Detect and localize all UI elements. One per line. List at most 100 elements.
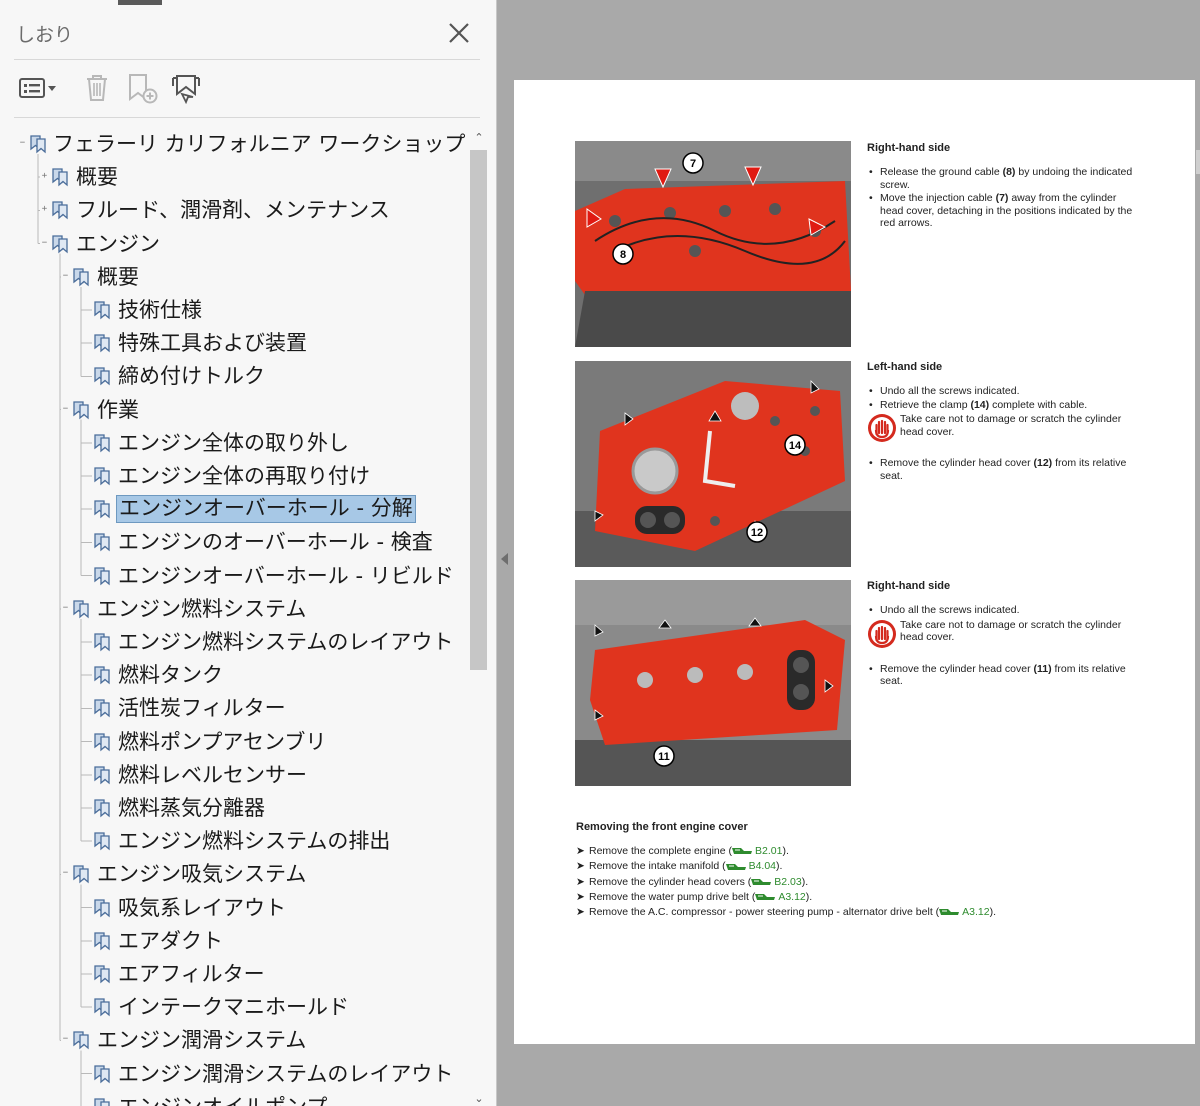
panel-title: しおり — [16, 24, 74, 46]
stop-hand-icon — [868, 619, 896, 648]
instruction-bullet: • Release the ground cable (8) by undoing… — [869, 166, 1133, 191]
tree-item[interactable]: エンジンオーバーホール - リビルド — [0, 560, 466, 592]
bookmark-icon — [94, 932, 110, 951]
bookmarks-panel: しおり − フェラーリ カリフォルニア ワークショップ + 概要 + フルード、… — [0, 0, 497, 1106]
tree-item[interactable]: 燃料タンク — [0, 659, 466, 691]
tree-item-label: 概要 — [76, 165, 118, 190]
bookmark-icon — [94, 434, 110, 453]
section-heading: Right-hand side — [867, 580, 951, 592]
tree-item[interactable]: 燃料レベルセンサー — [0, 759, 466, 791]
procedure-step: ➤ Remove the water pump drive belt (A3.12… — [576, 890, 813, 903]
engine-photo-1: 7 8 — [575, 141, 851, 347]
cross-reference-link[interactable]: B2.01 — [732, 845, 782, 857]
tree-item-label: 燃料タンク — [118, 663, 223, 688]
cross-reference-link[interactable]: A3.12 — [755, 891, 806, 903]
section-heading: Left-hand side — [867, 361, 943, 373]
divider — [14, 59, 480, 60]
callout-label: 14 — [789, 440, 802, 452]
bookmark-icon — [94, 898, 110, 918]
tree-item[interactable]: 締め付けトルク — [0, 360, 466, 392]
tree-item-label: 燃料ポンプアセンブリ — [118, 729, 327, 754]
tree-item[interactable]: エンジンオイルポンプ — [0, 1091, 466, 1106]
bookmark-icon — [73, 865, 89, 884]
instruction-bullet: • Retrieve the clamp (14) complete with c… — [869, 398, 1088, 411]
tree-item-label: 締め付けトルク — [118, 364, 265, 389]
tree-item[interactable]: エアフィルター — [0, 958, 466, 990]
collapse-icon[interactable]: − — [40, 238, 49, 248]
bookmark-icon — [94, 732, 110, 752]
tree-item[interactable]: エンジン潤滑システムのレイアウト — [0, 1058, 466, 1090]
bookmark-icon — [73, 400, 89, 420]
bookmark-icon — [94, 699, 110, 718]
tree-item[interactable]: 技術仕様 — [0, 294, 466, 326]
bookmark-from-selection-icon[interactable] — [168, 70, 204, 106]
bookmark-icon — [52, 234, 68, 254]
bookmark-tree: − フェラーリ カリフォルニア ワークショップ マニュアル + 概要 + フルード、潤滑剤… — [0, 128, 466, 1106]
tree-item[interactable]: 活性炭フィルター — [0, 692, 466, 724]
tree-item[interactable]: 燃料蒸気分離器 — [0, 792, 466, 824]
document-scrollbar-thumb[interactable] — [1196, 150, 1200, 174]
collapse-icon[interactable]: − — [61, 603, 70, 613]
scrollbar-thumb[interactable] — [470, 150, 487, 670]
reference-book-icon — [939, 909, 960, 916]
bookmark-icon — [52, 201, 68, 220]
expand-icon[interactable]: + — [40, 172, 49, 181]
tree-item[interactable]: エンジンオーバーホール - 分解 — [0, 493, 466, 525]
bookmark-scrollbar[interactable]: ⌃ ⌄ — [467, 128, 489, 1106]
tree-item-label: エンジン吸気システム — [97, 862, 307, 887]
tree-item[interactable]: − エンジン潤滑システム — [0, 1024, 466, 1056]
collapse-icon[interactable]: − — [61, 869, 70, 878]
callout-label: 11 — [658, 751, 670, 763]
tree-item[interactable]: エンジン全体の取り外し — [0, 427, 466, 459]
callout-label: 12 — [751, 527, 763, 539]
options-menu-icon[interactable] — [16, 70, 60, 106]
reference-book-icon — [755, 894, 776, 901]
expand-icon[interactable]: + — [40, 205, 49, 214]
tree-item[interactable]: − エンジン吸気システム — [0, 858, 466, 890]
tree-item[interactable]: − エンジン燃料システム — [0, 593, 466, 625]
bookmark-icon — [94, 832, 110, 851]
tree-item-label: エンジン潤滑システムのレイアウト — [118, 1061, 454, 1086]
scroll-down-icon[interactable]: ⌄ — [473, 1093, 485, 1104]
tree-item-label: エンジンオイルポンプ — [116, 1094, 329, 1106]
delete-bookmark-icon[interactable] — [82, 70, 112, 106]
bookmark-icon — [94, 301, 110, 320]
tree-item-label: エンジン燃料システムのレイアウト — [118, 630, 454, 654]
tree-item[interactable]: − 作業 — [0, 394, 466, 426]
section-heading: Removing the front engine cover — [576, 821, 748, 833]
instruction-bullet: • Undo all the screws indicated. — [869, 604, 1020, 616]
tree-item[interactable]: エンジンのオーバーホール - 検査 — [0, 526, 466, 558]
tree-item-label: エンジン燃料システム — [97, 596, 307, 621]
new-bookmark-icon[interactable] — [124, 70, 160, 106]
removing-front-engine-cover: Removing the front engine cover ➤ Remove … — [576, 821, 1176, 920]
collapse-panel-icon[interactable] — [501, 553, 508, 565]
collapse-icon[interactable]: − — [61, 271, 70, 281]
close-icon[interactable] — [446, 20, 472, 46]
cross-reference-link[interactable]: B4.04 — [725, 860, 776, 872]
tree-item[interactable]: エンジン全体の再取り付け — [0, 460, 466, 492]
tree-item[interactable]: インテークマニホールド — [0, 991, 466, 1023]
tree-item[interactable]: エアダクト — [0, 925, 466, 957]
tree-item[interactable]: − 概要 — [0, 261, 466, 293]
tree-item[interactable]: 燃料ポンプアセンブリ — [0, 726, 466, 758]
tree-item-label: 活性炭フィルター — [118, 696, 286, 721]
cross-reference-link[interactable]: A3.12 — [939, 906, 990, 918]
scroll-up-icon[interactable]: ⌃ — [473, 132, 485, 143]
collapse-icon[interactable]: − — [61, 1035, 70, 1044]
tree-item[interactable]: エンジン燃料システムの排出 — [0, 825, 466, 857]
tree-item[interactable]: 特殊工具および装置 — [0, 327, 466, 359]
collapse-icon[interactable]: − — [61, 404, 70, 414]
tree-item-label: 吸気系レイアウト — [118, 895, 286, 920]
collapse-icon[interactable]: − — [18, 139, 27, 148]
tree-item[interactable]: − エンジン — [0, 228, 466, 260]
engine-photo-3: 11 — [575, 580, 851, 786]
tree-item[interactable]: 吸気系レイアウト — [0, 892, 466, 924]
tree-item[interactable]: − フェラーリ カリフォルニア ワークショップ マニュアル — [0, 128, 466, 160]
tree-item[interactable]: + フルード、潤滑剤、メンテナンス — [0, 194, 466, 226]
bookmark-icon — [94, 965, 110, 984]
tree-item[interactable]: エンジン燃料システムのレイアウト — [0, 626, 466, 658]
tree-item[interactable]: + 概要 — [0, 161, 466, 193]
tree-item-label: 概要 — [97, 264, 139, 289]
panel-splitter[interactable] — [497, 0, 513, 1106]
cross-reference-link[interactable]: B2.03 — [751, 876, 802, 888]
